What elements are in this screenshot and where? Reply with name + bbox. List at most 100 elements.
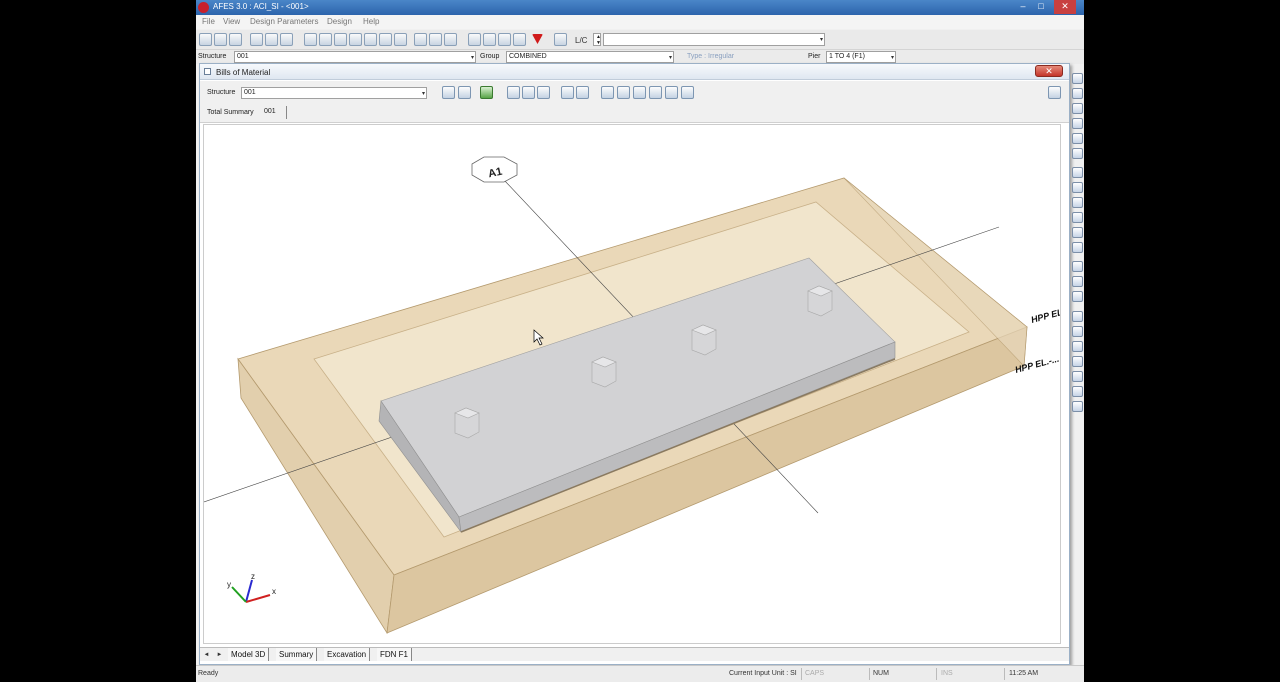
print-icon[interactable]: [442, 86, 455, 99]
view-icon[interactable]: [1072, 386, 1083, 397]
gridline-bubble-a1: A1: [471, 156, 518, 183]
tool-icon[interactable]: [1072, 88, 1083, 99]
tool-icon[interactable]: [1072, 103, 1083, 114]
lc-label: L/C: [575, 36, 588, 45]
tab-next-button[interactable]: ►: [215, 650, 224, 660]
total-summary-label: Total Summary: [207, 109, 254, 116]
render-icon[interactable]: [483, 33, 496, 46]
lc-spinner[interactable]: ▲ ▼: [593, 33, 601, 46]
zoom-icon[interactable]: [1072, 212, 1083, 223]
shade-icon[interactable]: [1072, 291, 1083, 302]
moment-icon[interactable]: [429, 33, 442, 46]
view-icon[interactable]: [1072, 341, 1083, 352]
beam-icon[interactable]: [379, 33, 392, 46]
back-icon[interactable]: [554, 33, 567, 46]
tab-fdn-f1[interactable]: FDN F1: [377, 648, 412, 661]
print-icon[interactable]: [229, 33, 242, 46]
view-icon[interactable]: [1072, 326, 1083, 337]
tab-prev-button[interactable]: ◄: [202, 650, 211, 660]
window-title: AFES 3.0 : ACI_SI - <001>: [213, 2, 309, 11]
maximize-button[interactable]: □: [1032, 0, 1050, 14]
save-icon[interactable]: [214, 33, 227, 46]
load-icon[interactable]: [414, 33, 427, 46]
print-setup-icon[interactable]: [458, 86, 471, 99]
main-toolbar: L/C ▲ ▼ ▾: [196, 30, 1084, 50]
group-select[interactable]: COMBINED ▾: [506, 51, 674, 63]
column-icon[interactable]: [319, 33, 332, 46]
menu-design[interactable]: Design: [327, 17, 352, 26]
excel-export-icon[interactable]: [480, 86, 493, 99]
zoom-icon[interactable]: [1072, 182, 1083, 193]
tool-icon[interactable]: [1072, 73, 1083, 84]
pan-icon[interactable]: [576, 86, 589, 99]
tie-icon[interactable]: [394, 33, 407, 46]
tool-icon[interactable]: [1072, 118, 1083, 129]
zoom-icon[interactable]: [1072, 197, 1083, 208]
zoom-fit-icon[interactable]: [537, 86, 550, 99]
view-right-icon[interactable]: [649, 86, 662, 99]
zoom-in-icon[interactable]: [507, 86, 520, 99]
title-bar: AFES 3.0 : ACI_SI - <001> – □ ✕: [196, 0, 1084, 15]
view-icon[interactable]: [1072, 401, 1083, 412]
view-iso-icon[interactable]: [681, 86, 694, 99]
view-icon[interactable]: [468, 33, 481, 46]
pile-icon[interactable]: [349, 33, 362, 46]
delete-icon[interactable]: [280, 33, 293, 46]
view-icon[interactable]: [1072, 311, 1083, 322]
model-3d-viewport[interactable]: A1 HPP EL... HPP EL.-... y z x: [203, 124, 1061, 644]
shade-icon[interactable]: [1072, 276, 1083, 287]
tool-icon[interactable]: [1072, 148, 1083, 159]
pier-select[interactable]: 1 TO 4 (F1) ▾: [826, 51, 896, 63]
grid-icon[interactable]: [250, 33, 263, 46]
rotate-icon[interactable]: [444, 33, 457, 46]
table-icon[interactable]: [304, 33, 317, 46]
menu-bar: File View Design Parameters Design Help: [196, 15, 1084, 29]
pan-icon[interactable]: [1072, 227, 1083, 238]
pier-label: Pier: [808, 53, 821, 60]
bom-back-icon[interactable]: [1048, 86, 1061, 99]
status-time: 11:25 AM: [1009, 670, 1039, 677]
lc-combobox[interactable]: ▾: [603, 33, 825, 46]
menu-file[interactable]: File: [202, 17, 215, 26]
copy-icon[interactable]: [265, 33, 278, 46]
export-icon[interactable]: [513, 33, 526, 46]
tab-summary[interactable]: Summary: [276, 648, 318, 661]
pier-3: [691, 324, 717, 356]
close-button[interactable]: ✕: [1054, 0, 1076, 14]
pier-1: [454, 407, 480, 439]
view-icon[interactable]: [1072, 371, 1083, 382]
zoom-window-icon[interactable]: [561, 86, 574, 99]
render-icon[interactable]: [1072, 242, 1083, 253]
child-window-title: Bills of Material: [216, 68, 271, 77]
view-front-icon[interactable]: [601, 86, 614, 99]
app-window: AFES 3.0 : ACI_SI - <001> – □ ✕ File Vie…: [196, 0, 1084, 682]
chevron-down-icon: ▾: [668, 55, 672, 61]
view-icon[interactable]: [1072, 356, 1083, 367]
bom-toolbar: Structure 001 ▾ Total Summary 001: [200, 81, 1069, 123]
child-close-button[interactable]: ✕: [1035, 65, 1063, 77]
report-icon[interactable]: [498, 33, 511, 46]
total-summary-value: 001: [264, 108, 276, 115]
tool-icon[interactable]: [1072, 133, 1083, 144]
open-icon[interactable]: [199, 33, 212, 46]
menu-design-parameters[interactable]: Design Parameters: [250, 17, 318, 26]
minimize-button[interactable]: –: [1014, 0, 1032, 14]
chevron-down-icon: ▾: [470, 55, 474, 61]
chevron-down-icon: ▾: [421, 91, 425, 97]
filter-down-icon[interactable]: [532, 34, 543, 44]
menu-view[interactable]: View: [223, 17, 240, 26]
view-left-icon[interactable]: [633, 86, 646, 99]
shade-icon[interactable]: [1072, 261, 1083, 272]
tab-model-3d[interactable]: Model 3D: [228, 648, 270, 661]
frame-icon[interactable]: [364, 33, 377, 46]
structure-select[interactable]: 001 ▾: [234, 51, 476, 63]
zoom-icon[interactable]: [1072, 167, 1083, 178]
status-caps: CAPS: [805, 670, 825, 677]
view-back-icon[interactable]: [617, 86, 630, 99]
zoom-out-icon[interactable]: [522, 86, 535, 99]
add-pier-icon[interactable]: [334, 33, 347, 46]
view-top-icon[interactable]: [665, 86, 678, 99]
bom-structure-select[interactable]: 001 ▾: [241, 87, 427, 99]
menu-help[interactable]: Help: [363, 17, 379, 26]
tab-excavation[interactable]: Excavation: [324, 648, 371, 661]
